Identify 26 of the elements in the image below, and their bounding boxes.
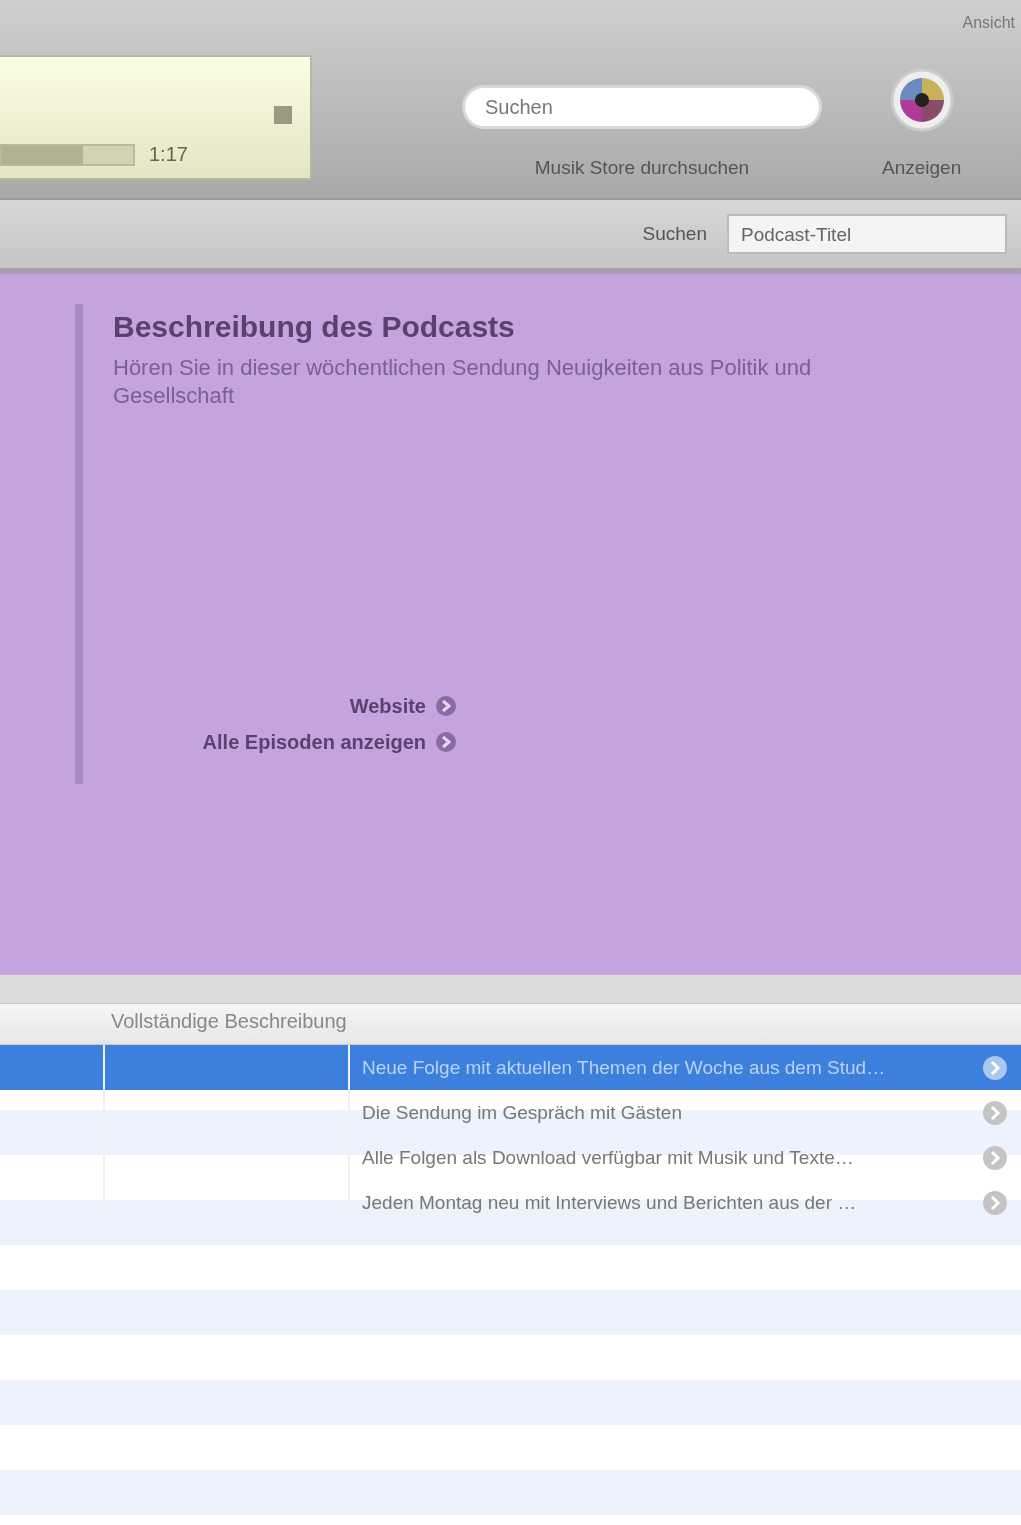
- search-caption: Musik Store durchsuchen: [534, 157, 750, 179]
- view-label: Ansicht: [962, 14, 1015, 32]
- scroll-bar[interactable]: [0, 975, 1021, 1004]
- description-title: Beschreibung des Podcasts: [113, 310, 516, 344]
- info-icon[interactable]: [981, 1188, 1009, 1217]
- episode-description: Jeden Montag neu mit Interviews und Berichten aus der …: [361, 1191, 858, 1214]
- info-icon[interactable]: [981, 1053, 1009, 1082]
- info-icon[interactable]: [981, 1143, 1009, 1172]
- info-icon[interactable]: [981, 1098, 1009, 1127]
- store-link[interactable]: Website: [349, 694, 458, 718]
- search-field[interactable]: Suchen: [462, 85, 822, 129]
- browse-caption: Anzeigen: [882, 157, 962, 179]
- episode-row[interactable]: Neue Folge mit aktuellen Themen der Woche aus dem Stud…: [0, 1045, 1021, 1090]
- store-link[interactable]: Alle Episoden anzeigen: [202, 730, 458, 754]
- description-text: Hören Sie in dieser wöchentlichen Sendung Neuigkeiten aus Politik und Gesellschaft: [113, 354, 813, 410]
- episode-row[interactable]: Alle Folgen als Download verfügbar mit Musik und Texte…: [0, 1135, 1021, 1180]
- column-header[interactable]: Vollständige Beschreibung: [0, 1004, 1021, 1045]
- filter-field[interactable]: Podcast-Titel: [727, 214, 1007, 254]
- episode-description: Alle Folgen als Download verfügbar mit Musik und Texte…: [361, 1146, 855, 1169]
- episode-description: Neue Folge mit aktuellen Themen der Woche aus dem Stud…: [361, 1056, 887, 1079]
- elapsed-time: 1:17: [149, 143, 188, 166]
- episode-row[interactable]: Die Sendung im Gespräch mit Gästen: [0, 1090, 1021, 1135]
- episode-row[interactable]: Jeden Montag neu mit Interviews und Berichten aus der …: [0, 1180, 1021, 1225]
- episode-description: Die Sendung im Gespräch mit Gästen: [361, 1101, 683, 1124]
- filter-label: Suchen: [642, 223, 707, 245]
- progress-bar[interactable]: [0, 143, 135, 166]
